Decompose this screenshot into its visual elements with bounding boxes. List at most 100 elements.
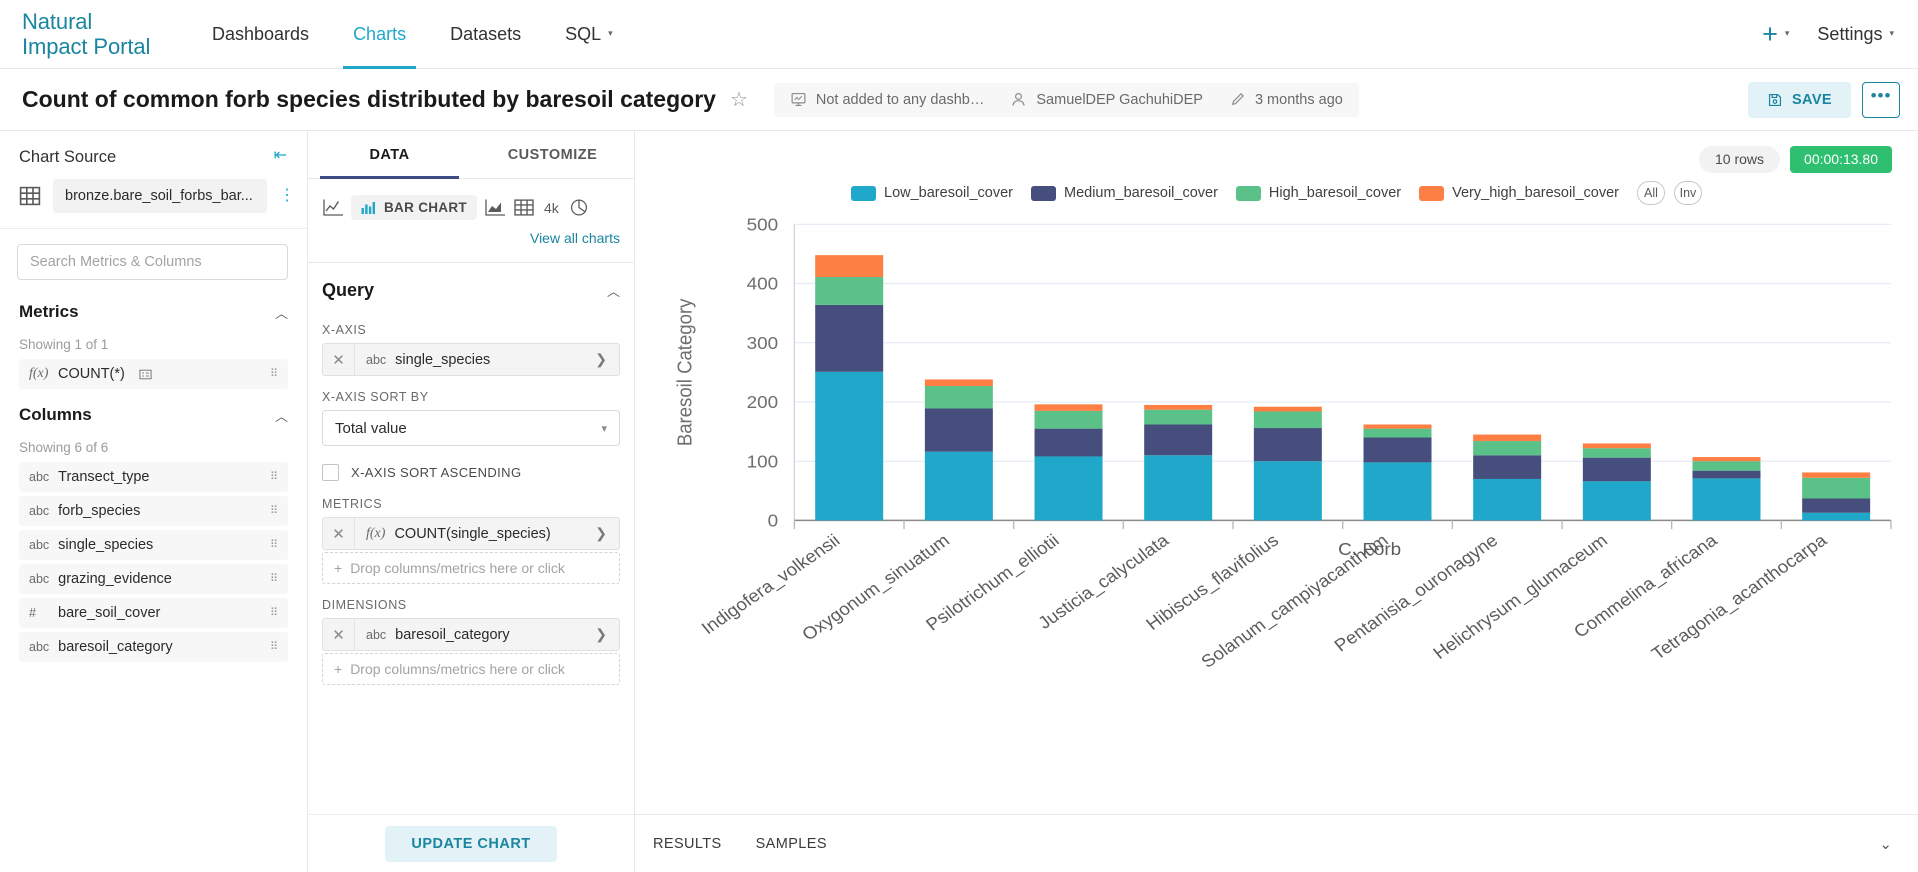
drag-handle-icon[interactable]: ⠿ bbox=[270, 506, 279, 517]
column-item-forb-species[interactable]: abc forb_species ⠿ bbox=[19, 496, 288, 526]
dataset-menu-icon[interactable]: ⋮ bbox=[279, 188, 295, 203]
metric-item-count[interactable]: f(x) COUNT(*) ⠿ bbox=[19, 359, 288, 389]
dimensions-chip[interactable]: ✕ abc baresoil_category ❯ bbox=[322, 618, 620, 651]
query-title: Query bbox=[322, 280, 375, 300]
chip-type-label: abc bbox=[366, 627, 387, 642]
tab-samples[interactable]: SAMPLES bbox=[756, 836, 827, 852]
viz-type-big-number[interactable]: 4k bbox=[542, 200, 561, 216]
x-axis-chip[interactable]: ✕ abc single_species ❯ bbox=[322, 343, 620, 376]
metric-name: COUNT(*) bbox=[58, 366, 125, 382]
drag-handle-icon[interactable]: ⠿ bbox=[270, 369, 279, 380]
chevron-right-icon[interactable]: ❯ bbox=[595, 351, 619, 368]
metrics-drop-zone[interactable]: + Drop columns/metrics here or click bbox=[322, 552, 620, 584]
dashboard-status[interactable]: Not added to any dashb… bbox=[790, 91, 984, 108]
drag-handle-icon[interactable]: ⠿ bbox=[270, 574, 279, 585]
query-timer-badge: 00:00:13.80 bbox=[1790, 145, 1892, 173]
nav-item-sql[interactable]: SQL ▾ bbox=[543, 0, 635, 69]
brand-logo[interactable]: Natural Impact Portal bbox=[22, 9, 172, 59]
area-chart-icon[interactable] bbox=[484, 198, 506, 217]
table-icon[interactable] bbox=[513, 198, 535, 217]
drag-handle-icon[interactable]: ⠿ bbox=[270, 540, 279, 551]
tab-customize[interactable]: CUSTOMIZE bbox=[471, 131, 634, 178]
legend-select-all-button[interactable]: All bbox=[1636, 181, 1665, 205]
update-chart-button[interactable]: UPDATE CHART bbox=[385, 825, 557, 862]
dataset-row: bronze.bare_soil_forbs_bar... ⋮ bbox=[0, 167, 307, 229]
nav-label: SQL bbox=[565, 23, 602, 44]
view-all-charts[interactable]: View all charts bbox=[308, 224, 634, 262]
columns-section-header[interactable]: Columns ︿ bbox=[0, 393, 307, 431]
column-item-baresoil-category[interactable]: abc baresoil_category ⠿ bbox=[19, 632, 288, 662]
brand-line-1: Natural bbox=[22, 9, 93, 34]
chevron-down-icon: ▾ bbox=[608, 27, 613, 38]
drag-handle-icon[interactable]: ⠿ bbox=[270, 472, 279, 483]
chart-header-bar: Count of common forb species distributed… bbox=[0, 69, 1918, 131]
more-options-button[interactable]: ••• bbox=[1862, 81, 1900, 118]
column-item-grazing-evidence[interactable]: abc grazing_evidence ⠿ bbox=[19, 564, 288, 594]
save-button[interactable]: SAVE bbox=[1747, 81, 1851, 118]
line-chart-icon[interactable] bbox=[322, 198, 344, 217]
x-axis-sort-label: X-AXIS SORT BY bbox=[322, 390, 429, 404]
pie-chart-icon[interactable] bbox=[568, 198, 590, 217]
drag-handle-icon[interactable]: ⠿ bbox=[270, 608, 279, 619]
nav-right-actions: + ▾ Settings ▾ bbox=[1762, 19, 1894, 49]
row-count-badge: 10 rows bbox=[1699, 145, 1781, 173]
view-all-charts-link[interactable]: View all charts bbox=[530, 230, 620, 246]
remove-icon[interactable]: ✕ bbox=[323, 518, 355, 549]
chevron-right-icon[interactable]: ❯ bbox=[595, 626, 619, 643]
chevron-right-icon[interactable]: ❯ bbox=[595, 525, 619, 542]
query-section-header[interactable]: Query ︿ bbox=[308, 263, 634, 309]
x-axis-sort-select[interactable]: Total value ▾ bbox=[322, 410, 620, 446]
chart-source-header: Chart Source ⇤ bbox=[0, 131, 307, 167]
x-axis-sort-ascending-label: X-AXIS SORT ASCENDING bbox=[351, 465, 522, 480]
nav-item-charts[interactable]: Charts bbox=[331, 0, 428, 69]
chart-owner[interactable]: SamuelDEP GachuhiDEP bbox=[1010, 91, 1203, 108]
page-title[interactable]: Count of common forb species distributed… bbox=[22, 86, 716, 113]
chart-metadata-bar: Not added to any dashb… SamuelDEP Gachuh… bbox=[773, 82, 1359, 117]
collapse-panel-icon[interactable]: ⇤ bbox=[274, 148, 291, 164]
svg-text:C. Forb: C. Forb bbox=[1338, 540, 1401, 559]
settings-menu[interactable]: Settings ▾ bbox=[1817, 24, 1894, 45]
dataset-name[interactable]: bronze.bare_soil_forbs_bar... bbox=[53, 179, 267, 213]
legend-swatch bbox=[851, 185, 877, 201]
legend-item-high[interactable]: High_baresoil_cover bbox=[1235, 185, 1401, 201]
legend-item-low[interactable]: Low_baresoil_cover bbox=[851, 185, 1013, 201]
expand-results-icon[interactable]: ⌄ bbox=[1879, 835, 1892, 853]
metrics-chip[interactable]: ✕ f(x) COUNT(single_species) ❯ bbox=[322, 517, 620, 550]
superset-explore-page: Natural Impact Portal Dashboards Charts … bbox=[0, 0, 1918, 872]
stacked-bar-chart[interactable]: 0100200300400500Baresoil CategoryIndigof… bbox=[635, 207, 1918, 814]
nav-item-datasets[interactable]: Datasets bbox=[428, 0, 543, 69]
x-axis-sort-ascending-checkbox[interactable] bbox=[322, 464, 339, 481]
owner-name: SamuelDEP GachuhiDEP bbox=[1036, 91, 1203, 108]
search-wrapper bbox=[0, 229, 307, 290]
column-item-bare-soil-cover[interactable]: # bare_soil_cover ⠿ bbox=[19, 598, 288, 628]
new-item-button[interactable]: + ▾ bbox=[1762, 19, 1789, 49]
metrics-showing-count: Showing 1 of 1 bbox=[19, 337, 109, 352]
remove-icon[interactable]: ✕ bbox=[323, 619, 355, 650]
dashboard-status-text: Not added to any dashb… bbox=[815, 91, 985, 108]
viz-type-bar-chart[interactable]: BAR CHART bbox=[351, 195, 477, 220]
column-name: bare_soil_cover bbox=[58, 605, 161, 621]
dimensions-drop-zone[interactable]: + Drop columns/metrics here or click bbox=[322, 653, 620, 685]
x-axis-sort-ascending-row[interactable]: X-AXIS SORT ASCENDING bbox=[308, 446, 634, 483]
column-item-single-species[interactable]: abc single_species ⠿ bbox=[19, 530, 288, 560]
viz-type-row: BAR CHART 4k bbox=[308, 179, 634, 224]
legend-item-very-high[interactable]: Very_high_baresoil_cover bbox=[1419, 185, 1619, 201]
metrics-section-header[interactable]: Metrics ︿ bbox=[0, 290, 307, 328]
drag-handle-icon[interactable]: ⠿ bbox=[270, 642, 279, 653]
nav-label: Datasets bbox=[450, 23, 522, 44]
nav-item-dashboards[interactable]: Dashboards bbox=[190, 0, 331, 69]
results-bar: RESULTS SAMPLES ⌄ bbox=[635, 814, 1918, 872]
column-item-transect-type[interactable]: abc Transect_type ⠿ bbox=[19, 462, 288, 492]
legend-item-medium[interactable]: Medium_baresoil_cover bbox=[1030, 185, 1218, 201]
plus-icon: + bbox=[1762, 19, 1778, 49]
brand-line-2: Impact Portal bbox=[22, 34, 151, 59]
star-outline-icon[interactable]: ☆ bbox=[730, 90, 748, 110]
tab-results[interactable]: RESULTS bbox=[653, 836, 722, 852]
search-input[interactable] bbox=[17, 244, 288, 280]
legend-invert-button[interactable]: Inv bbox=[1673, 181, 1702, 205]
columns-title: Columns bbox=[19, 405, 92, 424]
tab-data[interactable]: DATA bbox=[308, 131, 471, 179]
last-modified[interactable]: 3 months ago bbox=[1229, 91, 1343, 108]
remove-icon[interactable]: ✕ bbox=[323, 344, 355, 375]
control-panel-tabs: DATA CUSTOMIZE bbox=[308, 131, 634, 179]
